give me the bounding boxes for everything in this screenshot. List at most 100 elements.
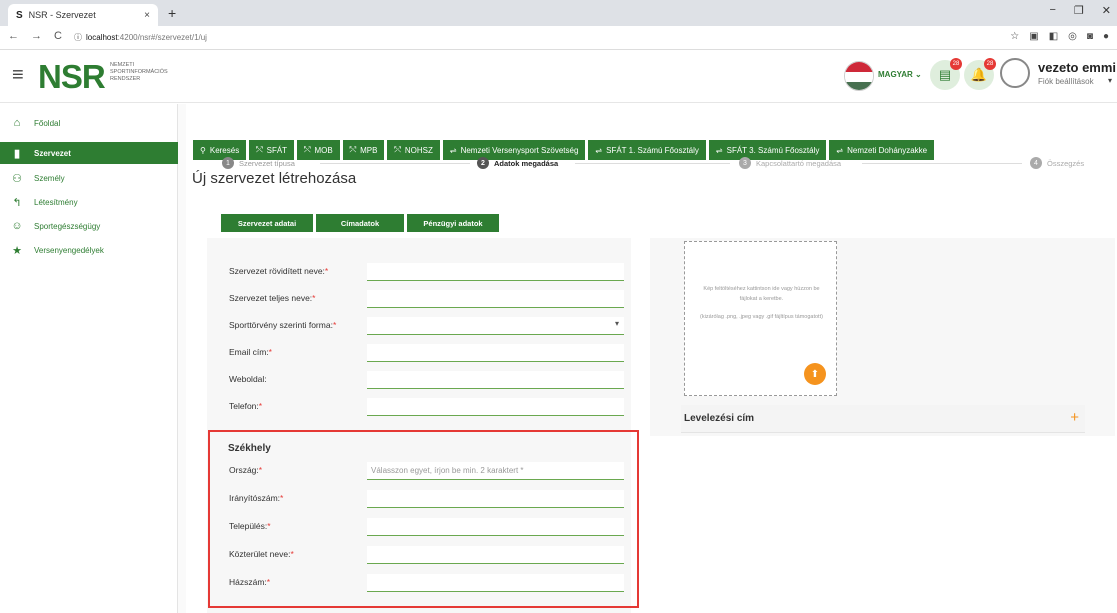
step-4: 4 Összegzés	[1030, 157, 1084, 169]
levelezesi-cim-title: Levelezési cím	[684, 413, 755, 424]
step-2: 2 Adatok megadása	[477, 157, 558, 169]
sidebar: ⌂ Főoldal ▮ Szervezet ⚇ Személy ↰ Létesí…	[0, 104, 178, 613]
search-icon: ⚲	[200, 145, 206, 155]
step-connector	[575, 163, 730, 164]
extension-icon[interactable]: ◙	[1087, 31, 1093, 42]
szekhely-highlight-box	[208, 430, 639, 608]
hierarchy-icon: ⤲	[256, 145, 263, 154]
tab-penzugyi-adatok[interactable]: Pénzügyi adatok	[407, 214, 499, 232]
facility-icon: ↰	[12, 196, 22, 209]
legal-form-select[interactable]: ▾	[367, 317, 624, 335]
phone-input[interactable]	[367, 398, 624, 416]
full-name-input[interactable]	[367, 290, 624, 308]
avatar[interactable]	[1000, 58, 1030, 88]
browser-tab[interactable]: S NSR - Szervezet ×	[8, 4, 158, 26]
step-3: 3 Kapcsolattartó megadása	[739, 157, 841, 169]
people-icon: ⚇	[12, 172, 22, 185]
field-label: Email cím:*	[229, 347, 272, 357]
new-tab-button[interactable]: +	[168, 5, 176, 21]
switch-icon: ⇌	[836, 145, 844, 155]
account-settings-link[interactable]: Fiók beállítások	[1038, 77, 1094, 86]
extension-icons: ☆ ▣ ◧ ◎ ◙ ●	[1010, 31, 1109, 42]
form-tabs: Szervezet adatai Címadatok Pénzügyi adat…	[221, 214, 499, 232]
field-row-phone: Telefon:*	[229, 398, 625, 416]
user-name[interactable]: vezeto emmi	[1038, 60, 1116, 75]
home-icon: ⌂	[13, 117, 21, 129]
sidebar-item-szemely[interactable]: ⚇ Személy	[0, 167, 178, 189]
hierarchy-icon: ⤲	[394, 145, 401, 154]
field-label: Weboldal:	[229, 374, 267, 384]
sidebar-item-szervezet[interactable]: ▮ Szervezet	[0, 142, 178, 164]
star-icon: ★	[12, 244, 22, 257]
nav-buttons: ← → C	[8, 30, 62, 42]
image-upload-dropzone[interactable]: Kép feltöltéséhez kattintson ide vagy hú…	[684, 241, 837, 396]
app-header: ≡ NSR NEMZETI SPORTINFORMÁCIÓS RENDSZER …	[0, 50, 1117, 103]
email-input[interactable]	[367, 344, 624, 362]
field-row-website: Weboldal:	[229, 371, 625, 389]
tab-mpb[interactable]: ⤲ MPB	[342, 140, 385, 160]
language-select[interactable]: MAGYAR ⌄	[878, 70, 922, 79]
messages-button[interactable]: ▤ 28	[930, 58, 962, 90]
notifications-button[interactable]: 🔔 28	[964, 58, 996, 90]
extension-icon[interactable]: ◎	[1068, 31, 1077, 42]
step-connector	[862, 163, 1022, 164]
upload-button[interactable]: ⬆	[804, 363, 826, 385]
close-window-icon[interactable]: ✕	[1102, 4, 1111, 17]
sidebar-item-label: Személy	[34, 173, 65, 183]
sidebar-item-label: Versenyengedélyek	[34, 245, 104, 255]
address-bar: ← → C ⓘ localhost:4200/nsr#/szervezet/1/…	[0, 26, 1117, 50]
tab-nohsz[interactable]: ⤲ NOHSZ	[387, 140, 440, 160]
tab-sfat-1[interactable]: ⇌ SFÁT 1. Számú Főosztály	[588, 140, 706, 160]
forward-icon[interactable]: →	[31, 30, 42, 42]
logo[interactable]: NSR	[38, 58, 106, 96]
levelezesi-cim-section[interactable]: Levelezési cím +	[681, 405, 1085, 433]
bookmark-star-icon[interactable]: ☆	[1010, 31, 1019, 42]
hierarchy-icon: ⤲	[304, 145, 311, 154]
sidebar-item-sportegeszsegugy[interactable]: ☺ Sportegészségügy	[0, 215, 178, 237]
reload-icon[interactable]: C	[54, 30, 62, 42]
sidebar-item-versenyengedelyek[interactable]: ★ Versenyengedélyek	[0, 239, 178, 261]
field-row-full-name: Szervezet teljes neve:*	[229, 290, 625, 308]
hierarchy-icon: ⤲	[349, 145, 357, 154]
tab-mob[interactable]: ⤲ MOB	[297, 140, 340, 160]
add-icon[interactable]: +	[1070, 409, 1079, 426]
field-label: Telefon:*	[229, 401, 263, 411]
hungarian-flag-icon[interactable]	[844, 61, 874, 91]
field-row-short-name: Szervezet rövidített neve:*	[229, 263, 625, 281]
chevron-down-icon: ▾	[614, 319, 619, 328]
restore-icon[interactable]: ❐	[1074, 4, 1084, 17]
minimize-icon[interactable]: −	[1049, 4, 1055, 17]
bell-icon: 🔔	[970, 67, 988, 82]
smile-icon: ☺	[11, 220, 23, 232]
sidebar-item-label: Szervezet	[34, 148, 71, 158]
tab-nemzeti-dohanyzakke[interactable]: ⇌ Nemzeti Dohányzakke	[829, 140, 935, 160]
short-name-input[interactable]	[367, 263, 624, 281]
tab-szervezet-adatai[interactable]: Szervezet adatai	[221, 214, 313, 232]
tab-cimadatok[interactable]: Címadatok	[316, 214, 404, 232]
info-icon: ⓘ	[74, 33, 82, 42]
extension-icon[interactable]: ▣	[1029, 31, 1038, 42]
window-controls: − ❐ ✕	[1049, 4, 1111, 17]
szekhely-title: Székhely	[228, 443, 271, 454]
profile-icon[interactable]: ●	[1103, 31, 1109, 42]
favicon-icon: S	[16, 9, 23, 21]
step-connector	[320, 163, 470, 164]
hamburger-menu-icon[interactable]: ≡	[12, 64, 24, 87]
scrollbar[interactable]	[178, 104, 186, 613]
url-host: localhost	[86, 33, 118, 42]
extension-icon[interactable]: ◧	[1049, 31, 1058, 42]
sidebar-item-letesitmeny[interactable]: ↰ Létesítmény	[0, 191, 178, 213]
sidebar-item-label: Sportegészségügy	[34, 221, 101, 231]
chevron-down-icon[interactable]: ▾	[1108, 76, 1112, 85]
messages-badge: 28	[950, 58, 962, 70]
website-input[interactable]	[367, 371, 624, 389]
url-field[interactable]: ⓘ localhost:4200/nsr#/szervezet/1/uj	[74, 29, 974, 46]
back-icon[interactable]: ←	[8, 30, 19, 42]
sidebar-item-fooldal[interactable]: ⌂ Főoldal	[0, 112, 178, 134]
url-path: :4200/nsr#/szervezet/1/uj	[117, 33, 207, 42]
page-title: Új szervezet létrehozása	[192, 170, 357, 187]
step-1: 1 Szervezet típusa	[222, 157, 295, 169]
field-label: Sporttörvény szerinti forma:*	[229, 320, 337, 330]
switch-icon: ⇌	[715, 145, 723, 155]
close-tab-icon[interactable]: ×	[144, 10, 150, 21]
